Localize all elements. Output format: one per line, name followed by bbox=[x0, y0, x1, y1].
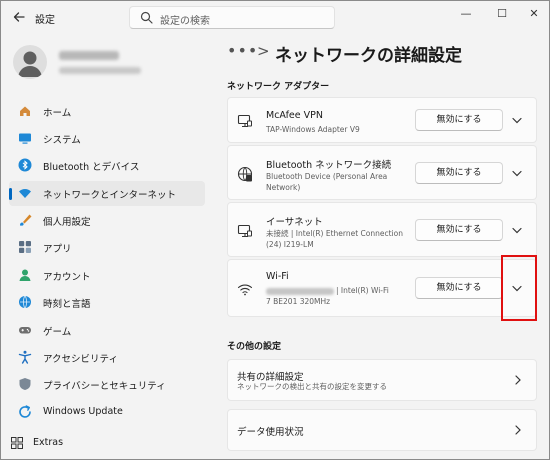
adapter-name: イーサネット bbox=[266, 217, 323, 228]
avatar[interactable] bbox=[13, 45, 47, 79]
sidebar-item-label: 時刻と言語 bbox=[43, 299, 91, 310]
sidebar-item-personalization[interactable]: 個人用設定 bbox=[9, 208, 205, 233]
search-input[interactable]: 設定の検索 bbox=[160, 12, 210, 27]
adapter-card-bluetooth: Bluetooth ネットワーク接続 Bluetooth Device (Per… bbox=[227, 145, 537, 200]
chevron-down-icon[interactable] bbox=[508, 111, 526, 129]
breadcrumb-separator: > bbox=[257, 42, 270, 60]
ethernet-icon bbox=[237, 224, 252, 238]
globe-icon bbox=[19, 295, 31, 309]
disable-button[interactable]: 無効にする bbox=[415, 219, 503, 241]
page-title: ネットワークの詳細設定 bbox=[275, 46, 462, 66]
sidebar-item-label: Bluetooth とデバイス bbox=[43, 162, 140, 173]
adapter-description-part: | Intel(R) Wi-Fi bbox=[336, 286, 389, 295]
sidebar-item-home[interactable]: ホーム bbox=[9, 99, 205, 124]
section-heading-other: その他の設定 bbox=[227, 342, 282, 352]
sidebar-item-label: アクセシビリティ bbox=[43, 354, 118, 365]
adapter-description: | Intel(R) Wi-Fi 7 BE201 320MHz bbox=[266, 285, 406, 307]
adapter-name: Bluetooth ネットワーク接続 bbox=[266, 160, 392, 171]
sidebar-item-gaming[interactable]: ゲーム bbox=[9, 318, 205, 343]
adapter-name: Wi-Fi bbox=[266, 271, 289, 282]
accessibility-icon bbox=[18, 350, 32, 364]
sidebar-item-privacy-security[interactable]: プライバシーとセキュリティ bbox=[9, 372, 205, 397]
account-icon bbox=[19, 269, 31, 281]
system-icon bbox=[19, 133, 31, 144]
sidebar-item-label: アカウント bbox=[43, 272, 91, 283]
adapter-name: McAfee VPN bbox=[266, 110, 323, 121]
row-title: データ使用状況 bbox=[237, 427, 304, 438]
row-subtitle: ネットワークの検出と共有の設定を変更する bbox=[237, 382, 387, 391]
sidebar-item-apps[interactable]: アプリ bbox=[9, 235, 205, 260]
apps-icon bbox=[19, 241, 31, 253]
sidebar-item-label: ゲーム bbox=[43, 327, 72, 338]
gamepad-icon bbox=[19, 327, 31, 334]
user-email-blurred bbox=[59, 67, 141, 74]
breadcrumb-more-button[interactable]: ••• bbox=[227, 41, 258, 60]
user-icon bbox=[18, 51, 42, 77]
adapter-description: TAP-Windows Adapter V9 bbox=[266, 125, 360, 134]
adapter-card-mcafee: McAfee VPN TAP-Windows Adapter V9 無効にする bbox=[227, 97, 537, 143]
extras-grid-icon bbox=[11, 437, 23, 449]
settings-window: 設定 設定の検索 — ☐ ✕ ホーム システム Bluetooth とデバイス … bbox=[0, 0, 550, 460]
close-button[interactable]: ✕ bbox=[521, 5, 547, 23]
chevron-right-icon bbox=[515, 375, 521, 385]
minimize-button[interactable]: — bbox=[453, 5, 479, 23]
sidebar-item-label: システム bbox=[43, 135, 81, 146]
selection-indicator bbox=[9, 188, 12, 200]
bluetooth-network-icon bbox=[237, 166, 253, 182]
adapter-description-line2: 7 BE201 320MHz bbox=[266, 297, 331, 306]
adapter-description: Bluetooth Device (Personal Area Network) bbox=[266, 172, 388, 192]
app-title: 設定 bbox=[35, 15, 55, 26]
disable-button[interactable]: 無効にする bbox=[415, 277, 503, 299]
wifi-adapter-icon bbox=[237, 284, 253, 296]
brush-icon bbox=[20, 214, 32, 226]
adapter-card-ethernet: イーサネット 未接続 | Intel(R) Ethernet Connectio… bbox=[227, 202, 537, 257]
sidebar-item-bluetooth[interactable]: Bluetooth とデバイス bbox=[9, 153, 205, 178]
disable-button[interactable]: 無効にする bbox=[415, 162, 503, 184]
chevron-down-icon[interactable] bbox=[508, 221, 526, 239]
wifi-icon bbox=[19, 189, 31, 198]
wifi-name-blurred bbox=[266, 287, 334, 295]
adapter-card-wifi: Wi-Fi | Intel(R) Wi-Fi 7 BE201 320MHz 無効… bbox=[227, 259, 537, 317]
extras-label: Extras bbox=[33, 437, 64, 448]
vpn-adapter-icon bbox=[237, 114, 252, 128]
sidebar-item-accounts[interactable]: アカウント bbox=[9, 263, 205, 288]
sidebar-item-system[interactable]: システム bbox=[9, 126, 205, 151]
shield-icon bbox=[19, 378, 31, 390]
update-icon bbox=[19, 405, 31, 418]
advanced-sharing-row[interactable]: 共有の詳細設定 ネットワークの検出と共有の設定を変更する bbox=[227, 359, 537, 401]
back-arrow-icon[interactable] bbox=[11, 10, 27, 26]
disable-button[interactable]: 無効にする bbox=[415, 109, 503, 131]
sidebar-item-time-language[interactable]: 時刻と言語 bbox=[9, 290, 205, 315]
sidebar-item-windows-update[interactable]: Windows Update bbox=[9, 400, 205, 425]
data-usage-row[interactable]: データ使用状況 bbox=[227, 409, 537, 451]
search-box[interactable]: 設定の検索 bbox=[129, 6, 335, 29]
sidebar-item-label: Windows Update bbox=[43, 406, 123, 417]
highlight-box bbox=[501, 255, 537, 321]
chevron-right-icon bbox=[515, 425, 521, 435]
home-icon bbox=[20, 106, 30, 116]
sidebar-item-label: ネットワークとインターネット bbox=[43, 190, 177, 201]
title-bar: 設定 設定の検索 — ☐ ✕ bbox=[1, 1, 549, 35]
sidebar-item-label: 個人用設定 bbox=[43, 217, 91, 228]
search-icon bbox=[140, 11, 153, 24]
bluetooth-icon bbox=[18, 158, 32, 172]
user-name-blurred bbox=[59, 51, 119, 60]
section-heading-adapters: ネットワーク アダプター bbox=[227, 82, 330, 92]
sidebar-item-accessibility[interactable]: アクセシビリティ bbox=[9, 345, 205, 370]
sidebar-item-label: プライバシーとセキュリティ bbox=[43, 381, 166, 392]
sidebar-item-label: ホーム bbox=[43, 108, 72, 119]
chevron-down-icon[interactable] bbox=[508, 164, 526, 182]
sidebar-item-label: アプリ bbox=[43, 244, 72, 255]
adapter-description: 未接続 | Intel(R) Ethernet Connection (24) … bbox=[266, 229, 403, 249]
maximize-button[interactable]: ☐ bbox=[489, 5, 515, 23]
sidebar-item-network[interactable]: ネットワークとインターネット bbox=[9, 181, 205, 206]
